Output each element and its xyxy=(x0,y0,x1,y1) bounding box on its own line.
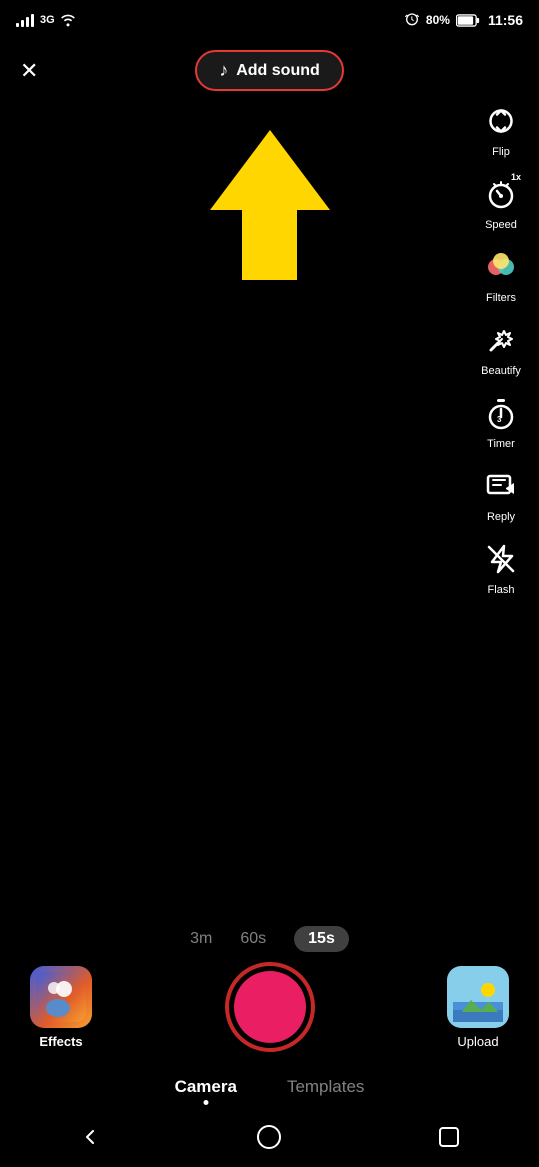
mode-tabs: Camera Templates xyxy=(0,1077,539,1097)
upload-label: Upload xyxy=(457,1034,498,1049)
right-controls: Flip 1x Speed Filters xyxy=(475,95,527,600)
back-button[interactable] xyxy=(68,1115,112,1159)
speed-label: Speed xyxy=(485,219,517,231)
back-icon xyxy=(78,1125,102,1149)
duration-3m[interactable]: 3m xyxy=(190,930,212,948)
duration-selector: 3m 60s 15s xyxy=(0,926,539,952)
filters-label: Filters xyxy=(486,292,516,304)
tab-camera[interactable]: Camera xyxy=(175,1077,237,1097)
duration-60s[interactable]: 60s xyxy=(240,930,266,948)
add-sound-label: Add sound xyxy=(236,62,320,80)
record-inner-circle xyxy=(234,971,306,1043)
battery-percent: 80% xyxy=(426,13,450,27)
beautify-icon xyxy=(479,318,523,362)
record-button[interactable] xyxy=(225,962,315,1052)
beautify-label: Beautify xyxy=(481,365,521,377)
flash-label: Flash xyxy=(488,584,515,596)
nav-bar xyxy=(0,1107,539,1167)
status-left: 3G xyxy=(16,13,77,27)
reply-button[interactable]: Reply xyxy=(475,460,527,527)
svg-text:3: 3 xyxy=(497,415,502,424)
effects-label: Effects xyxy=(39,1034,82,1049)
effects-icon xyxy=(30,966,92,1028)
signal-bars-icon xyxy=(16,13,34,27)
flip-icon xyxy=(479,99,523,143)
tab-camera-wrapper: Camera xyxy=(175,1077,237,1097)
alarm-icon xyxy=(404,12,420,28)
upload-button[interactable]: Upload xyxy=(447,966,509,1049)
close-button[interactable]: ✕ xyxy=(20,58,38,84)
duration-15s[interactable]: 15s xyxy=(294,926,349,952)
filters-icon xyxy=(479,245,523,289)
reply-label: Reply xyxy=(487,511,515,523)
flip-label: Flip xyxy=(492,146,510,158)
tab-templates-wrapper: Templates xyxy=(287,1077,364,1097)
yellow-arrow xyxy=(210,130,330,280)
upload-icon xyxy=(447,966,509,1028)
timer-icon: 3 xyxy=(479,391,523,435)
filters-button[interactable]: Filters xyxy=(475,241,527,308)
add-sound-button[interactable]: ♪ Add sound xyxy=(195,50,344,91)
timer-button[interactable]: 3 Timer xyxy=(475,387,527,454)
record-outer-ring xyxy=(225,962,315,1052)
flip-button[interactable]: Flip xyxy=(475,95,527,162)
tab-indicator xyxy=(203,1100,208,1105)
status-bar: 3G 80% 11:56 xyxy=(0,0,539,40)
home-icon xyxy=(256,1124,282,1150)
music-note-icon: ♪ xyxy=(219,60,228,81)
timer-label: Timer xyxy=(487,438,515,450)
square-icon xyxy=(438,1126,460,1148)
flash-icon xyxy=(479,537,523,581)
beautify-button[interactable]: Beautify xyxy=(475,314,527,381)
bottom-controls: Effects Upload xyxy=(0,962,539,1052)
wifi-icon xyxy=(59,13,77,27)
status-right: 80% 11:56 xyxy=(404,12,523,28)
home-button[interactable] xyxy=(247,1115,291,1159)
flash-button[interactable]: Flash xyxy=(475,533,527,600)
effects-button[interactable]: Effects xyxy=(30,966,92,1049)
recent-apps-button[interactable] xyxy=(427,1115,471,1159)
speed-icon: 1x xyxy=(479,172,523,216)
carrier-label: 3G xyxy=(40,14,55,26)
reply-icon xyxy=(479,464,523,508)
battery-icon xyxy=(456,14,480,27)
time-display: 11:56 xyxy=(488,12,523,28)
top-controls: ✕ ♪ Add sound xyxy=(0,50,539,91)
tab-templates[interactable]: Templates xyxy=(287,1077,364,1097)
speed-button[interactable]: 1x Speed xyxy=(475,168,527,235)
